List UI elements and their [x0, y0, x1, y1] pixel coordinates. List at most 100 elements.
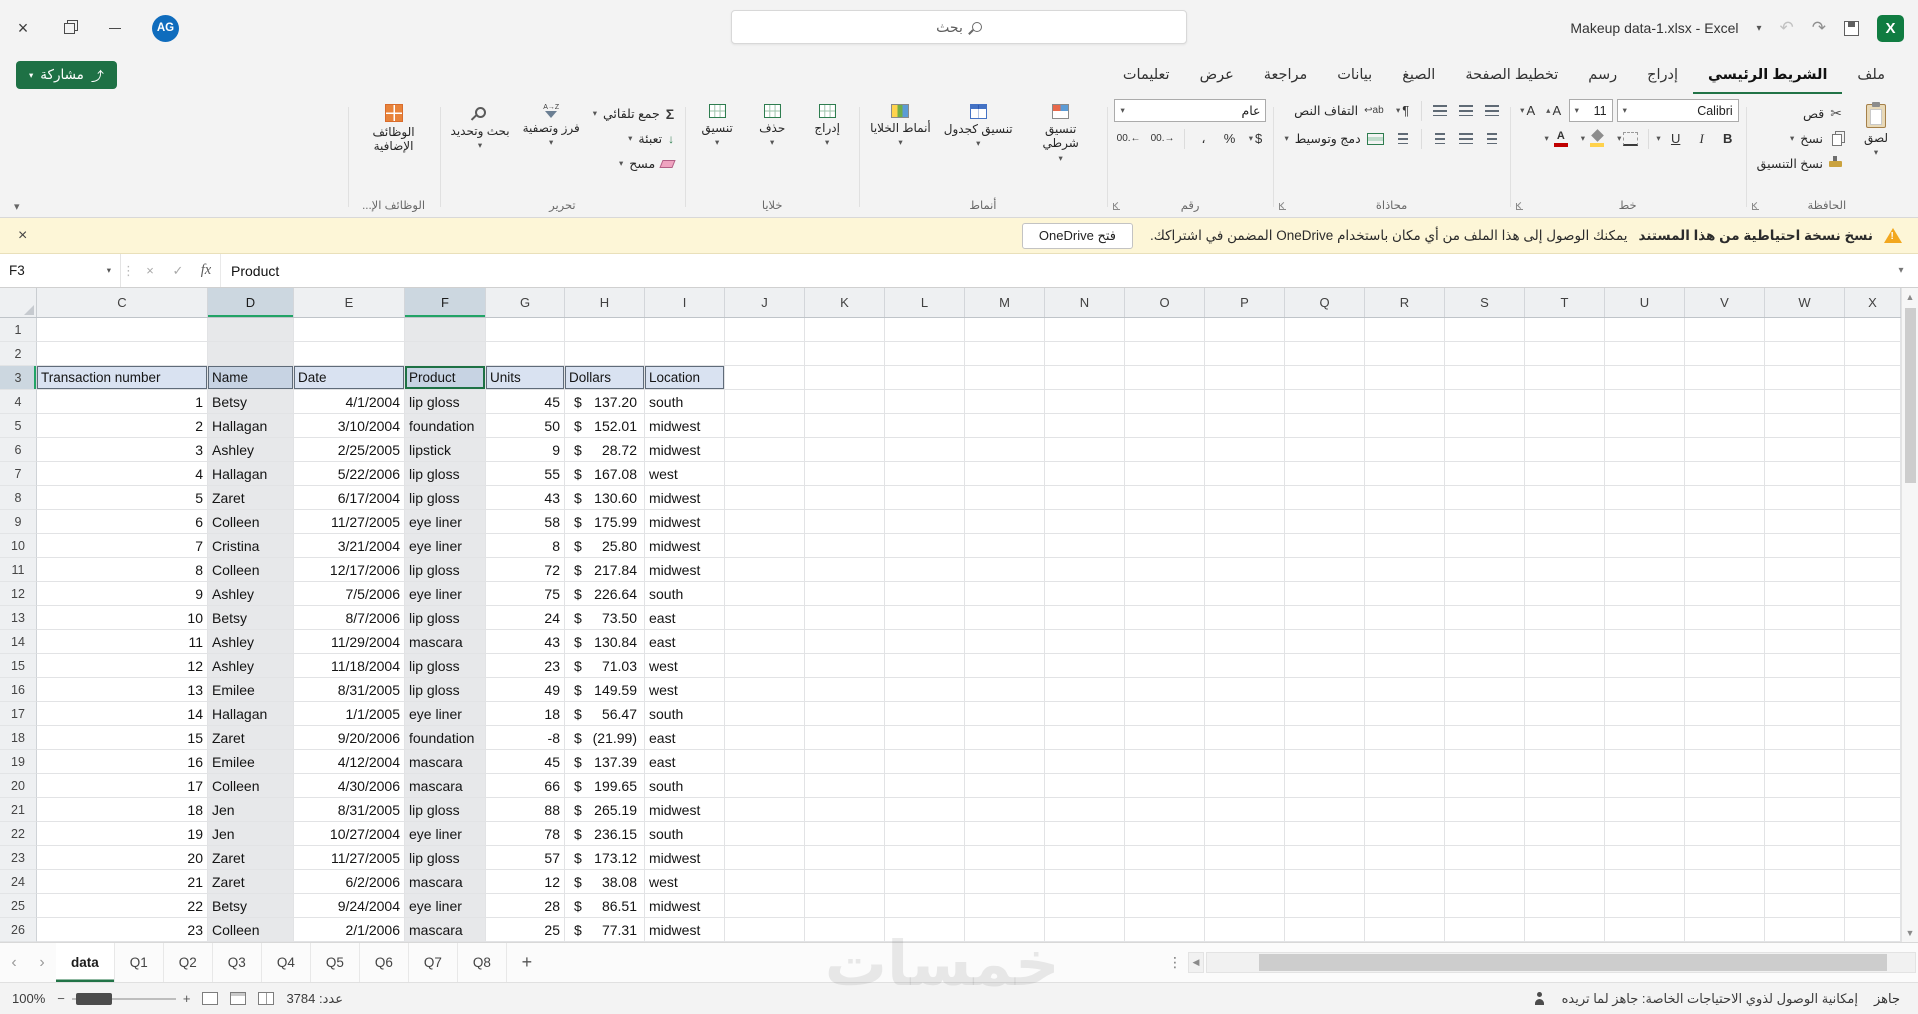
cell-P8[interactable] [1205, 486, 1285, 510]
cell-W2[interactable] [1765, 342, 1845, 366]
column-header-W[interactable]: W [1765, 288, 1845, 317]
sheet-tab-Q8[interactable]: Q8 [458, 943, 507, 982]
cell-J4[interactable] [725, 390, 805, 414]
row-header-7[interactable]: 7 [0, 462, 37, 486]
column-header-J[interactable]: J [725, 288, 805, 317]
cell-N2[interactable] [1045, 342, 1125, 366]
cell-D11[interactable]: Colleen [208, 558, 294, 582]
cell-H22[interactable]: $236.15 [565, 822, 645, 846]
cell-R7[interactable] [1365, 462, 1445, 486]
cell-K24[interactable] [805, 870, 885, 894]
cell-O21[interactable] [1125, 798, 1205, 822]
scroll-up-button[interactable]: ▲ [1902, 288, 1918, 306]
cell-R18[interactable] [1365, 726, 1445, 750]
cell-L26[interactable] [885, 918, 965, 942]
cell-D20[interactable]: Colleen [208, 774, 294, 798]
cell-U26[interactable] [1605, 918, 1685, 942]
cell-F19[interactable]: mascara [405, 750, 486, 774]
cell-K3[interactable] [805, 366, 885, 390]
cell-U6[interactable] [1605, 438, 1685, 462]
cell-P15[interactable] [1205, 654, 1285, 678]
cell-I5[interactable]: midwest [645, 414, 725, 438]
cell-W3[interactable] [1765, 366, 1845, 390]
cell-I17[interactable]: south [645, 702, 725, 726]
cell-D8[interactable]: Zaret [208, 486, 294, 510]
cell-N20[interactable] [1045, 774, 1125, 798]
cell-T16[interactable] [1525, 678, 1605, 702]
italic-button[interactable]: I [1691, 127, 1713, 150]
cell-P21[interactable] [1205, 798, 1285, 822]
cell-L2[interactable] [885, 342, 965, 366]
cell-O5[interactable] [1125, 414, 1205, 438]
cell-J6[interactable] [725, 438, 805, 462]
cell-K17[interactable] [805, 702, 885, 726]
row-header-2[interactable]: 2 [0, 342, 37, 366]
cell-W22[interactable] [1765, 822, 1845, 846]
cell-P18[interactable] [1205, 726, 1285, 750]
cell-N18[interactable] [1045, 726, 1125, 750]
cell-X22[interactable] [1845, 822, 1901, 846]
cell-V26[interactable] [1685, 918, 1765, 942]
row-header-1[interactable]: 1 [0, 318, 37, 342]
column-header-F[interactable]: F [405, 288, 486, 317]
orientation-button[interactable]: ¶ ▾ [1392, 99, 1414, 122]
cell-Q19[interactable] [1285, 750, 1365, 774]
cell-U5[interactable] [1605, 414, 1685, 438]
cell-V17[interactable] [1685, 702, 1765, 726]
format-cells-button[interactable]: تنسيق ▾ [692, 99, 742, 149]
cell-R20[interactable] [1365, 774, 1445, 798]
font-size-select[interactable]: 11 ▾ [1568, 99, 1613, 122]
horizontal-scroll-thumb[interactable] [1259, 954, 1887, 971]
cell-Q2[interactable] [1285, 342, 1365, 366]
cell-O1[interactable] [1125, 318, 1205, 342]
cell-P5[interactable] [1205, 414, 1285, 438]
cell-X26[interactable] [1845, 918, 1901, 942]
cell-V20[interactable] [1685, 774, 1765, 798]
cell-I9[interactable]: midwest [645, 510, 725, 534]
cell-X15[interactable] [1845, 654, 1901, 678]
column-header-M[interactable]: M [965, 288, 1045, 317]
cell-F18[interactable]: foundation [405, 726, 486, 750]
count-indicator[interactable]: عدد: 3784 [286, 991, 343, 1007]
cell-I16[interactable]: west [645, 678, 725, 702]
cell-C2[interactable] [37, 342, 208, 366]
cell-M22[interactable] [965, 822, 1045, 846]
cell-P23[interactable] [1205, 846, 1285, 870]
row-header-23[interactable]: 23 [0, 846, 37, 870]
cell-V18[interactable] [1685, 726, 1765, 750]
cell-X11[interactable] [1845, 558, 1901, 582]
cell-H25[interactable]: $86.51 [565, 894, 645, 918]
cell-X10[interactable] [1845, 534, 1901, 558]
cell-L10[interactable] [885, 534, 965, 558]
scroll-left-button[interactable]: ◀ [1188, 952, 1204, 973]
cell-S16[interactable] [1445, 678, 1525, 702]
cell-S1[interactable] [1445, 318, 1525, 342]
sheet-tab-Q4[interactable]: Q4 [262, 943, 311, 982]
cell-W7[interactable] [1765, 462, 1845, 486]
cell-M12[interactable] [965, 582, 1045, 606]
underline-button[interactable]: U [1665, 127, 1687, 150]
cell-L23[interactable] [885, 846, 965, 870]
cell-N16[interactable] [1045, 678, 1125, 702]
cell-C14[interactable]: 11 [37, 630, 208, 654]
row-header-11[interactable]: 11 [0, 558, 37, 582]
cell-R25[interactable] [1365, 894, 1445, 918]
cell-P16[interactable] [1205, 678, 1285, 702]
normal-view-button[interactable] [202, 992, 219, 1005]
cell-H26[interactable]: $77.31 [565, 918, 645, 942]
cell-P17[interactable] [1205, 702, 1285, 726]
zoom-slider-track[interactable] [71, 992, 176, 1005]
cell-V14[interactable] [1685, 630, 1765, 654]
fill-button[interactable]: ↓ تعبئة ▾ [589, 127, 678, 150]
cell-K6[interactable] [805, 438, 885, 462]
cell-H2[interactable] [565, 342, 645, 366]
cell-N4[interactable] [1045, 390, 1125, 414]
cell-I25[interactable]: midwest [645, 894, 725, 918]
cell-S18[interactable] [1445, 726, 1525, 750]
cell-M13[interactable] [965, 606, 1045, 630]
cell-N25[interactable] [1045, 894, 1125, 918]
autosum-button[interactable]: Σ جمع تلقائي ▾ [589, 102, 678, 125]
cell-E10[interactable]: 3/21/2004 [294, 534, 405, 558]
cell-K9[interactable] [805, 510, 885, 534]
cell-W8[interactable] [1765, 486, 1845, 510]
